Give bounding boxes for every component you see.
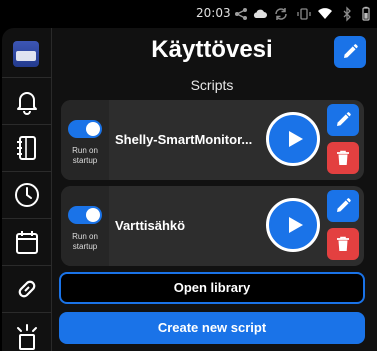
status-time: 20:03	[196, 6, 231, 20]
section-subtitle: Scripts	[190, 77, 234, 93]
clock-icon	[15, 183, 39, 207]
trash-icon	[337, 150, 349, 165]
main-content: Käyttövesi Scripts Run on startup Shelly-…	[52, 28, 377, 351]
bell-icon	[17, 92, 37, 115]
siren-icon	[17, 324, 37, 350]
calendar-icon	[16, 231, 38, 254]
sync-icon	[273, 6, 289, 22]
script-name[interactable]: Shelly-SmartMonitor...	[115, 132, 263, 147]
pencil-icon	[337, 198, 351, 212]
script-card: Run on startup Varttisähkö	[61, 186, 364, 266]
edit-page-button[interactable]	[334, 36, 366, 68]
sidebar-item-notebook[interactable]	[7, 128, 47, 168]
sidebar-item-links[interactable]	[7, 269, 47, 309]
sidebar-divider	[2, 124, 52, 125]
sidebar-divider	[2, 171, 52, 172]
run-script-button[interactable]	[266, 112, 320, 166]
sidebar	[2, 28, 52, 351]
app-logo[interactable]	[13, 41, 39, 67]
sidebar-divider	[2, 265, 52, 266]
vibrate-icon	[296, 6, 312, 22]
wifi-icon	[317, 6, 333, 22]
sidebar-item-history[interactable]	[7, 175, 47, 215]
startup-section: Run on startup	[61, 100, 109, 180]
script-card: Run on startup Shelly-SmartMonitor...	[61, 100, 364, 180]
open-library-button[interactable]: Open library	[59, 272, 365, 304]
toggle-knob	[86, 122, 100, 136]
create-new-script-button[interactable]: Create new script	[59, 312, 365, 344]
sidebar-item-alerts[interactable]	[7, 316, 47, 351]
status-bar: 20:03	[0, 0, 377, 28]
run-script-button[interactable]	[266, 198, 320, 252]
notebook-icon	[17, 136, 36, 160]
page-title: Käyttövesi	[151, 36, 273, 63]
pencil-icon	[337, 112, 351, 126]
startup-section: Run on startup	[61, 186, 109, 266]
sidebar-divider	[2, 77, 52, 78]
sidebar-divider	[2, 218, 52, 219]
run-on-startup-toggle[interactable]	[68, 120, 102, 138]
trash-icon	[337, 236, 349, 251]
link-icon	[18, 280, 36, 298]
delete-script-button[interactable]	[327, 142, 359, 174]
edit-script-button[interactable]	[327, 104, 359, 136]
sidebar-item-calendar[interactable]	[7, 222, 47, 262]
run-on-startup-toggle[interactable]	[68, 206, 102, 224]
cloud-icon	[252, 6, 268, 22]
sidebar-divider	[2, 312, 52, 313]
toggle-knob	[86, 208, 100, 222]
app-panel: Käyttövesi Scripts Run on startup Shelly-…	[2, 28, 377, 351]
run-on-startup-label: Run on startup	[72, 146, 98, 165]
script-name[interactable]: Varttisähkö	[115, 218, 263, 233]
pencil-icon	[344, 44, 358, 58]
delete-script-button[interactable]	[327, 228, 359, 260]
sidebar-item-notifications[interactable]	[7, 81, 47, 121]
bluetooth-icon	[339, 6, 355, 22]
edit-script-button[interactable]	[327, 190, 359, 222]
play-icon	[288, 131, 303, 147]
battery-icon	[358, 6, 374, 22]
play-icon	[288, 217, 303, 233]
share-icon	[233, 6, 249, 22]
run-on-startup-label: Run on startup	[72, 232, 98, 251]
